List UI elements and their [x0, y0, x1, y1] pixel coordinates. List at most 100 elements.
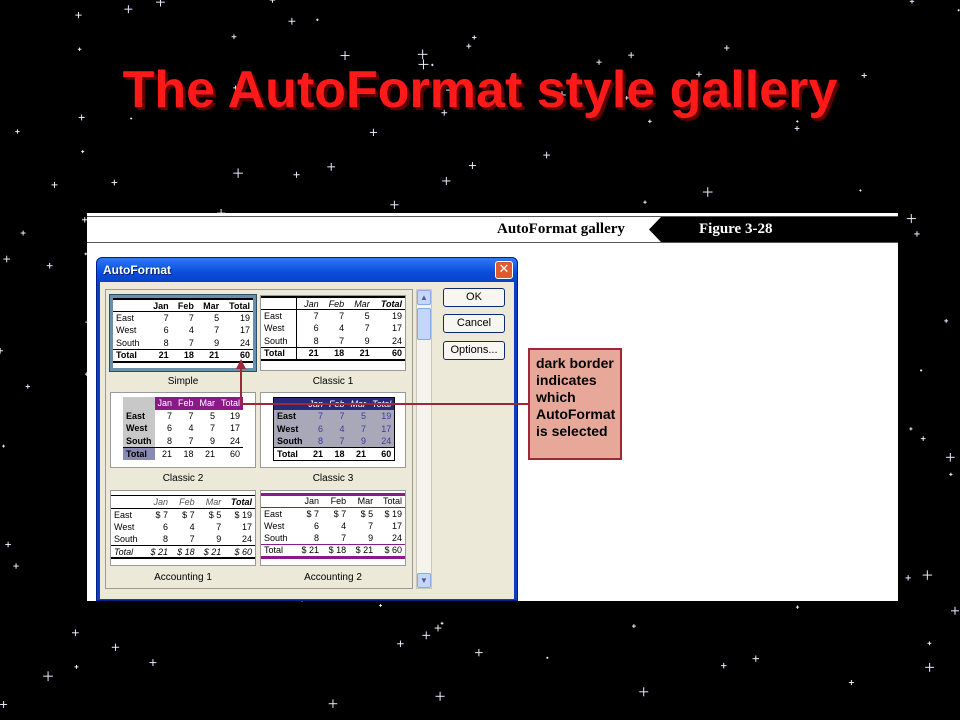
options-button[interactable]: Options... [443, 341, 505, 360]
header-cell: Feb [171, 495, 198, 509]
header-cell: Total [372, 296, 405, 310]
format-classic3-thumbnail[interactable]: Jan Feb Mar Total East 7 7 5 19 West 6 4 7 17 South… [260, 392, 406, 468]
table-cell: $ 7 [182, 509, 195, 520]
header-cell: Mar [196, 397, 219, 410]
star [472, 35, 477, 40]
star [379, 604, 382, 607]
header-cell [113, 298, 147, 312]
header-cell [273, 397, 306, 410]
scroll-up-button[interactable]: ▲ [417, 290, 431, 305]
total-cell: 21 [154, 446, 176, 460]
star [81, 150, 85, 154]
table-cell: 7 [326, 410, 348, 423]
star [949, 472, 953, 476]
star [546, 656, 549, 659]
format-classic1-thumbnail[interactable]: Jan Feb Mar Total East 7 7 5 19 West 6 4 7 17 South… [260, 295, 406, 371]
star [340, 51, 350, 61]
header-cell: Feb [322, 493, 350, 508]
table-cell: South [261, 334, 298, 347]
table-cell: 7 [313, 311, 319, 321]
total-cell: 18 [175, 446, 197, 460]
header-cell [123, 397, 155, 410]
star [795, 605, 800, 609]
table-cell: 8 [313, 335, 319, 346]
table-cell: $ 7 [306, 508, 320, 519]
star [466, 43, 472, 49]
table-cell: West [264, 520, 285, 531]
total-cell: 21 [347, 447, 370, 460]
table-cell: East [264, 508, 283, 519]
table-cell: 24 [239, 337, 250, 348]
star [440, 621, 444, 625]
sample-table: Jan Feb Mar Total East 7 7 5 19 West 6 4 7 17 South… [123, 397, 244, 460]
header-cell: Total [224, 495, 255, 509]
star [390, 200, 399, 209]
table-cell: 19 [239, 313, 250, 323]
star [796, 120, 799, 123]
table-cell: 24 [230, 435, 241, 446]
star [422, 631, 431, 640]
close-button[interactable]: ✕ [495, 261, 513, 279]
star [648, 119, 652, 124]
table-cell: 7 [167, 410, 173, 421]
star [293, 171, 300, 178]
table-cell: East [123, 409, 155, 422]
chevron-down-icon: ▼ [420, 576, 428, 585]
star [919, 369, 923, 372]
cancel-button[interactable]: Cancel [443, 314, 505, 333]
format-simple-thumbnail[interactable]: Jan Feb Mar Total East 7 7 5 19 West 6 4 7 17 South… [109, 294, 257, 372]
sample-table: Jan Feb Mar Total East 7 7 5 19 West 6 4 7 17 South… [273, 397, 396, 461]
header-cell [261, 493, 295, 508]
total-cell: 60 [369, 447, 395, 460]
table-cell: 4 [189, 521, 195, 532]
star [927, 641, 932, 646]
format-accounting1-thumbnail[interactable]: Jan Feb Mar Total East $ 7 $ 7 $ 5 $ 19 West 6 4 7… [110, 490, 256, 566]
table-cell: 7 [188, 337, 194, 348]
scroll-down-button[interactable]: ▼ [417, 573, 431, 588]
table-cell: $ 5 [208, 509, 222, 520]
table-cell: 6 [314, 520, 320, 531]
table-cell: 5 [210, 410, 216, 421]
total-cell: $ 60 [224, 545, 255, 559]
star [925, 662, 935, 672]
header-cell: Jan [294, 493, 323, 508]
star [51, 181, 58, 188]
table-cell: South [114, 534, 138, 544]
dialog-titlebar[interactable]: AutoFormat ✕ [97, 258, 517, 282]
header-cell: Jan [146, 298, 172, 312]
star [468, 162, 476, 170]
gallery-scrollbar[interactable]: ▲ ▼ [416, 289, 432, 589]
header-cell: Feb [171, 298, 197, 312]
star [25, 384, 30, 389]
table-cell: East [273, 410, 306, 423]
table-cell: 4 [341, 520, 347, 531]
scroll-thumb[interactable] [417, 308, 431, 340]
format-accounting2-thumbnail[interactable]: Jan Feb Mar Total East $ 7 $ 7 $ 5 $ 19 West 6 4 7… [260, 490, 406, 566]
table-cell: East [116, 313, 135, 323]
total-cell: Total [261, 544, 295, 559]
star [0, 700, 8, 708]
table-cell: East [114, 509, 133, 520]
ok-button[interactable]: OK [443, 288, 505, 307]
table-cell: 17 [391, 323, 402, 334]
format-classic2-thumbnail[interactable]: Jan Feb Mar Total East 7 7 5 19 West 6 4 7 17 South… [110, 392, 256, 468]
bottom-rule [87, 242, 898, 243]
format-label-classic1: Classic 1 [312, 376, 354, 387]
total-cell: 18 [321, 346, 348, 361]
total-cell: 18 [326, 447, 348, 460]
table-cell: $ 5 [360, 508, 374, 519]
star [369, 128, 378, 137]
dialog-body: Jan Feb Mar Total East 7 7 5 19 West 6 4 7 17 South… [100, 282, 514, 599]
star [906, 214, 916, 224]
total-cell: Total [123, 446, 155, 460]
star [631, 624, 636, 629]
format-label-classic2: Classic 2 [162, 473, 204, 484]
table-cell: 6 [305, 422, 327, 435]
table-cell: South [116, 337, 140, 348]
header-cell: Jan [154, 397, 176, 410]
star [859, 189, 862, 192]
total-cell: 21 [347, 346, 373, 361]
table-cell: 7 [188, 435, 194, 446]
header-cell [261, 296, 298, 310]
header-cell: Mar [196, 298, 223, 312]
